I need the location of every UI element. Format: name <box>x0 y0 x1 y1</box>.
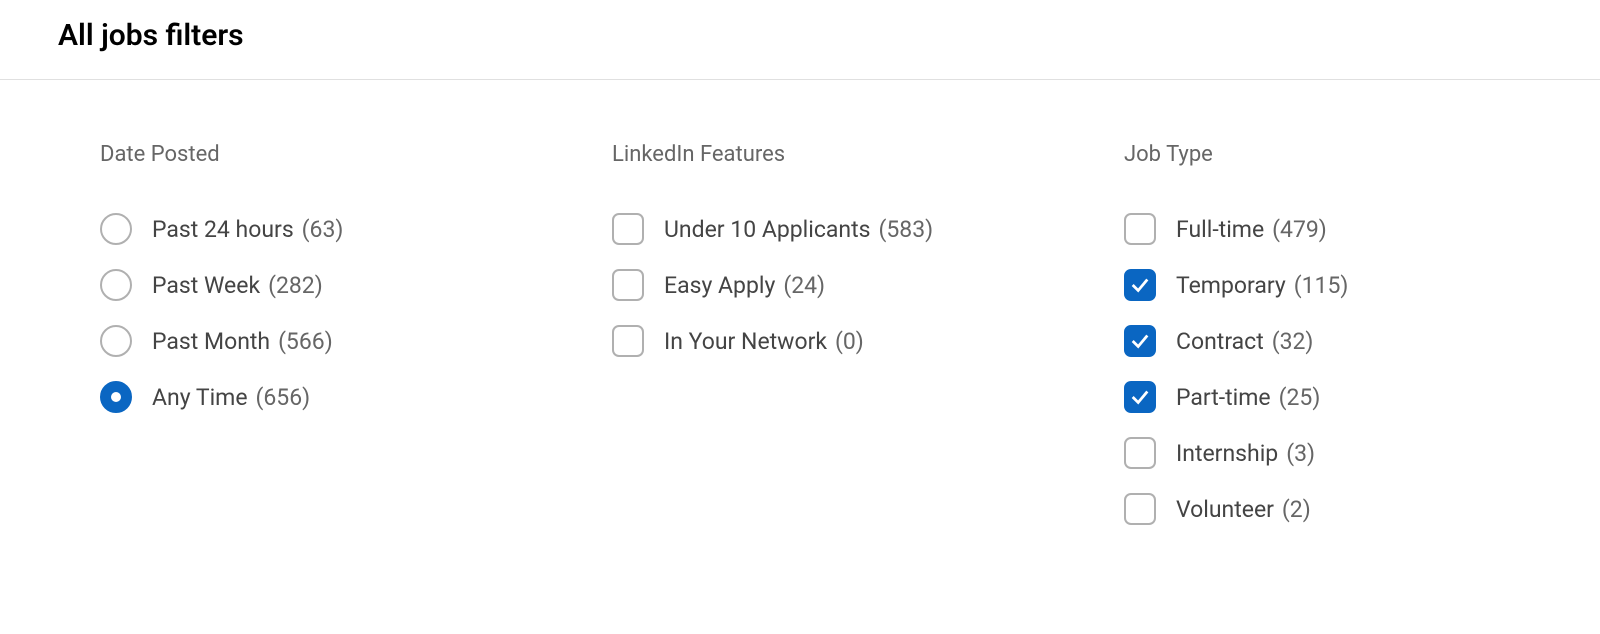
option-count: (583) <box>878 216 933 243</box>
option-count: (25) <box>1279 384 1321 411</box>
option-count: (2) <box>1282 496 1311 523</box>
page-header: All jobs filters <box>0 0 1600 80</box>
filter-group-linkedin-features: LinkedIn Features Under 10 Applicants (5… <box>612 142 1124 525</box>
option-label: Temporary <box>1176 272 1286 299</box>
option-label: Past 24 hours <box>152 216 294 243</box>
option-count: (3) <box>1286 440 1315 467</box>
options-date-posted: Past 24 hours (63) Past Week (282) Past … <box>100 213 612 413</box>
radio-icon <box>100 269 132 301</box>
options-job-type: Full-time (479) Temporary (115) Contract… <box>1124 213 1584 525</box>
option-count: (282) <box>268 272 323 299</box>
checkbox-option-in-your-network[interactable]: In Your Network (0) <box>612 325 1124 357</box>
option-count: (656) <box>256 384 311 411</box>
checkbox-icon <box>1124 493 1156 525</box>
checkbox-icon <box>612 213 644 245</box>
option-count: (115) <box>1294 272 1349 299</box>
group-title-linkedin-features: LinkedIn Features <box>612 142 1124 167</box>
group-title-job-type: Job Type <box>1124 142 1584 167</box>
option-label: Past Week <box>152 272 260 299</box>
option-label: Easy Apply <box>664 272 775 299</box>
option-count: (479) <box>1272 216 1327 243</box>
option-label: Under 10 Applicants <box>664 216 871 243</box>
filter-group-date-posted: Date Posted Past 24 hours (63) Past Week… <box>100 142 612 525</box>
option-label: Internship <box>1176 440 1278 467</box>
checkbox-option-under-10-applicants[interactable]: Under 10 Applicants (583) <box>612 213 1124 245</box>
option-count: (32) <box>1272 328 1314 355</box>
option-label: Past Month <box>152 328 270 355</box>
checkbox-option-temporary[interactable]: Temporary (115) <box>1124 269 1584 301</box>
option-label: Any Time <box>152 384 248 411</box>
checkbox-icon <box>1124 325 1156 357</box>
radio-icon <box>100 213 132 245</box>
checkbox-option-contract[interactable]: Contract (32) <box>1124 325 1584 357</box>
checkbox-icon <box>1124 437 1156 469</box>
options-linkedin-features: Under 10 Applicants (583) Easy Apply (24… <box>612 213 1124 357</box>
option-label: Full-time <box>1176 216 1264 243</box>
option-label: Volunteer <box>1176 496 1274 523</box>
checkbox-option-part-time[interactable]: Part-time (25) <box>1124 381 1584 413</box>
group-title-date-posted: Date Posted <box>100 142 612 167</box>
checkbox-icon <box>612 325 644 357</box>
option-label: Contract <box>1176 328 1264 355</box>
radio-icon <box>100 381 132 413</box>
checkbox-icon <box>1124 213 1156 245</box>
option-label: Part-time <box>1176 384 1271 411</box>
filters-content: Date Posted Past 24 hours (63) Past Week… <box>0 80 1600 525</box>
checkbox-icon <box>1124 381 1156 413</box>
radio-option-past-month[interactable]: Past Month (566) <box>100 325 612 357</box>
radio-option-any-time[interactable]: Any Time (656) <box>100 381 612 413</box>
filter-group-job-type: Job Type Full-time (479) Temporary (115) <box>1124 142 1584 525</box>
checkbox-icon <box>1124 269 1156 301</box>
radio-icon <box>100 325 132 357</box>
option-count: (566) <box>278 328 333 355</box>
radio-option-past-week[interactable]: Past Week (282) <box>100 269 612 301</box>
option-count: (0) <box>835 328 864 355</box>
radio-option-past-24-hours[interactable]: Past 24 hours (63) <box>100 213 612 245</box>
checkbox-option-internship[interactable]: Internship (3) <box>1124 437 1584 469</box>
option-count: (24) <box>783 272 825 299</box>
checkbox-option-full-time[interactable]: Full-time (479) <box>1124 213 1584 245</box>
option-count: (63) <box>302 216 344 243</box>
option-label: In Your Network <box>664 328 827 355</box>
checkbox-option-volunteer[interactable]: Volunteer (2) <box>1124 493 1584 525</box>
checkbox-option-easy-apply[interactable]: Easy Apply (24) <box>612 269 1124 301</box>
checkbox-icon <box>612 269 644 301</box>
page-title: All jobs filters <box>58 18 1600 53</box>
